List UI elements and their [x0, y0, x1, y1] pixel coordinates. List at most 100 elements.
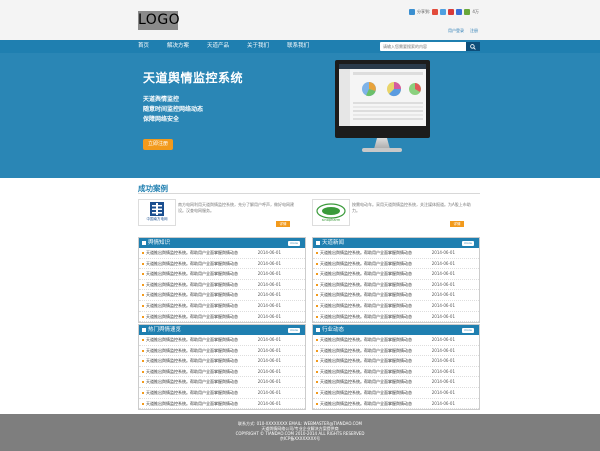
list-item[interactable]: 天道推出舆情监控系统。帮助用户全面掌握舆情动态 2014-06-01: [139, 280, 305, 291]
list-item[interactable]: 天道推出舆情监控系统。帮助用户全面掌握舆情动态 2014-06-01: [139, 259, 305, 270]
list-item[interactable]: 天道推出舆情监控系统。帮助用户全面掌握舆情动态 2014-06-01: [313, 367, 479, 378]
list-item[interactable]: 天道推出舆情监控系统。帮助用户全面掌握舆情动态 2014-06-01: [139, 290, 305, 301]
item-date: 2014-06-01: [257, 271, 281, 277]
register-button[interactable]: 立即注册: [143, 139, 173, 150]
case-logo-text: sinopharm: [321, 218, 341, 222]
item-date: 2014-06-01: [257, 379, 281, 385]
bullet-icon: [142, 304, 144, 307]
list-item[interactable]: 天道推出舆情监控系统。帮助用户全面掌握舆情动态 2014-06-01: [139, 335, 305, 346]
case-item: 中国南方电网 南方电网利用天道舆情监控系统，充分了解用户呼声，做好电网建设。汉查…: [138, 199, 300, 229]
list-item[interactable]: 天道推出舆情监控系统。帮助用户全面掌握舆情动态 2014-06-01: [139, 269, 305, 280]
search-box: [380, 42, 480, 51]
login-link[interactable]: 用户登录: [448, 28, 464, 34]
list-item[interactable]: 天道推出舆情监控系统。帮助用户全面掌握舆情动态 2014-06-01: [139, 312, 305, 323]
list-item[interactable]: 天道推出舆情监控系统。帮助用户全面掌握舆情动态 2014-06-01: [313, 388, 479, 399]
bullet-icon: [316, 391, 318, 394]
item-title: 天道推出舆情监控系统。帮助用户全面掌握舆情动态: [320, 271, 412, 277]
item-title: 天道推出舆情监控系统。帮助用户全面掌握舆情动态: [320, 292, 412, 298]
item-date: 2014-06-01: [431, 379, 455, 385]
search-icon: [470, 43, 476, 50]
monitor-base: [362, 148, 402, 152]
item-title: 天道推出舆情监控系统。帮助用户全面掌握舆情动态: [320, 250, 412, 255]
list-item[interactable]: 天道推出舆情监控系统。帮助用户全面掌握舆情动态 2014-06-01: [139, 301, 305, 312]
nav-products[interactable]: 天道产品: [207, 40, 229, 53]
list-item[interactable]: 天道推出舆情监控系统。帮助用户全面掌握舆情动态 2014-06-01: [313, 248, 479, 259]
item-title: 天道推出舆情监控系统。帮助用户全面掌握舆情动态: [146, 368, 238, 374]
search-button[interactable]: [466, 42, 480, 51]
bullet-icon: [316, 273, 318, 276]
more-button[interactable]: more: [462, 240, 474, 246]
item-date: 2014-06-01: [257, 389, 281, 395]
case-detail-button[interactable]: 详情: [276, 221, 290, 227]
register-link[interactable]: 注册: [470, 28, 478, 34]
logo[interactable]: LOGO: [138, 11, 180, 30]
list-item[interactable]: 天道推出舆情监控系统。帮助用户全面掌握舆情动态 2014-06-01: [139, 356, 305, 367]
list-item[interactable]: 天道推出舆情监控系统。帮助用户全面掌握舆情动态 2014-06-01: [313, 290, 479, 301]
list-item[interactable]: 天道推出舆情监控系统。帮助用户全面掌握舆情动态 2014-06-01: [313, 335, 479, 346]
item-title: 天道推出舆情监控系统。帮助用户全面掌握舆情动态: [146, 281, 238, 287]
panel-icon: [316, 328, 320, 332]
list-item[interactable]: 天道推出舆情监控系统。帮助用户全面掌握舆情动态 2014-06-01: [313, 301, 479, 312]
panel-header: 热门舆情速览 more: [139, 325, 305, 335]
item-title: 天道推出舆情监控系统。帮助用户全面掌握舆情动态: [146, 337, 238, 342]
weibo-icon[interactable]: [432, 8, 439, 15]
list-item[interactable]: 天道推出舆情监控系统。帮助用户全面掌握舆情动态 2014-06-01: [139, 248, 305, 259]
list-item[interactable]: 天道推出舆情监控系统。帮助用户全面掌握舆情动态 2014-06-01: [313, 356, 479, 367]
list-item[interactable]: 天道推出舆情监控系统。帮助用户全面掌握舆情动态 2014-06-01: [139, 346, 305, 357]
bullet-icon: [316, 381, 318, 384]
hero-features: 天道舆情监控 随意时间监控网络动态 保障网络安全: [143, 95, 203, 125]
item-title: 天道推出舆情监控系统。帮助用户全面掌握舆情动态: [146, 400, 238, 406]
renren-icon[interactable]: [448, 8, 455, 15]
share-icon[interactable]: [409, 8, 415, 15]
item-title: 天道推出舆情监控系统。帮助用户全面掌握舆情动态: [320, 379, 412, 385]
item-title: 天道推出舆情监控系统。帮助用户全面掌握舆情动态: [146, 260, 238, 266]
more-button[interactable]: more: [288, 240, 300, 246]
bullet-icon: [142, 370, 144, 373]
nav-home[interactable]: 首页: [138, 40, 149, 53]
list-item[interactable]: 天道推出舆情监控系统。帮助用户全面掌握舆情动态 2014-06-01: [313, 259, 479, 270]
case-logo[interactable]: sinopharm: [312, 199, 350, 226]
case-detail-button[interactable]: 详情: [450, 221, 464, 227]
main-nav: 首页 解决方案 天道产品 关于我们 联系我们: [0, 40, 600, 53]
bullet-icon: [316, 370, 318, 373]
case-item: sinopharm 按需电动车。采用天道舆情监控系统，关注媒体报道。为A股上市助…: [312, 199, 474, 229]
qzone-icon[interactable]: [440, 8, 447, 15]
item-date: 2014-06-01: [257, 292, 281, 298]
hero-banner: 天道舆情监控系统 天道舆情监控 随意时间监控网络动态 保障网络安全 立即注册: [0, 53, 600, 178]
panel-header: 天道新闻 more: [313, 238, 479, 248]
search-input[interactable]: [380, 42, 466, 51]
news-panel: 舆情知识 more 天道推出舆情监控系统。帮助用户全面掌握舆情动态 2014-06…: [138, 237, 306, 323]
list-item[interactable]: 天道推出舆情监控系统。帮助用户全面掌握舆情动态 2014-06-01: [139, 388, 305, 399]
bullet-icon: [316, 315, 318, 318]
bullet-icon: [316, 283, 318, 286]
bullet-icon: [316, 304, 318, 307]
tencent-icon[interactable]: [456, 8, 463, 15]
more-share-icon[interactable]: [464, 8, 471, 15]
list-item[interactable]: 天道推出舆情监控系统。帮助用户全面掌握舆情动态 2014-06-01: [139, 367, 305, 378]
bullet-icon: [142, 252, 144, 254]
more-button[interactable]: more: [462, 327, 474, 333]
footer-icp: 京ICP备XXXXXXXX号: [279, 436, 321, 441]
list-item[interactable]: 天道推出舆情监控系统。帮助用户全面掌握舆情动态 2014-06-01: [313, 399, 479, 410]
item-date: 2014-06-01: [431, 313, 455, 319]
list-item[interactable]: 天道推出舆情监控系统。帮助用户全面掌握舆情动态 2014-06-01: [313, 280, 479, 291]
item-date: 2014-06-01: [431, 400, 455, 406]
nav-solutions[interactable]: 解决方案: [167, 40, 189, 53]
list-item[interactable]: 天道推出舆情监控系统。帮助用户全面掌握舆情动态 2014-06-01: [139, 377, 305, 388]
list-item[interactable]: 天道推出舆情监控系统。帮助用户全面掌握舆情动态 2014-06-01: [313, 346, 479, 357]
case-logo[interactable]: 中国南方电网: [138, 199, 176, 226]
nav-contact[interactable]: 联系我们: [287, 40, 309, 53]
list-item[interactable]: 天道推出舆情监控系统。帮助用户全面掌握舆情动态 2014-06-01: [313, 377, 479, 388]
item-title: 天道推出舆情监控系统。帮助用户全面掌握舆情动态: [320, 281, 412, 287]
news-panel: 行业动态 more 天道推出舆情监控系统。帮助用户全面掌握舆情动态 2014-06…: [312, 324, 480, 410]
more-button[interactable]: more: [288, 327, 300, 333]
item-title: 天道推出舆情监控系统。帮助用户全面掌握舆情动态: [146, 250, 238, 255]
hero-feature: 天道舆情监控: [143, 96, 180, 103]
nav-about[interactable]: 关于我们: [247, 40, 269, 53]
list-item[interactable]: 天道推出舆情监控系统。帮助用户全面掌握舆情动态 2014-06-01: [313, 269, 479, 280]
list-item[interactable]: 天道推出舆情监控系统。帮助用户全面掌握舆情动态 2014-06-01: [313, 312, 479, 323]
item-title: 天道推出舆情监控系统。帮助用户全面掌握舆情动态: [320, 347, 412, 353]
item-title: 天道推出舆情监控系统。帮助用户全面掌握舆情动态: [146, 347, 238, 353]
list-item[interactable]: 天道推出舆情监控系统。帮助用户全面掌握舆情动态 2014-06-01: [139, 399, 305, 410]
bullet-icon: [142, 315, 144, 318]
